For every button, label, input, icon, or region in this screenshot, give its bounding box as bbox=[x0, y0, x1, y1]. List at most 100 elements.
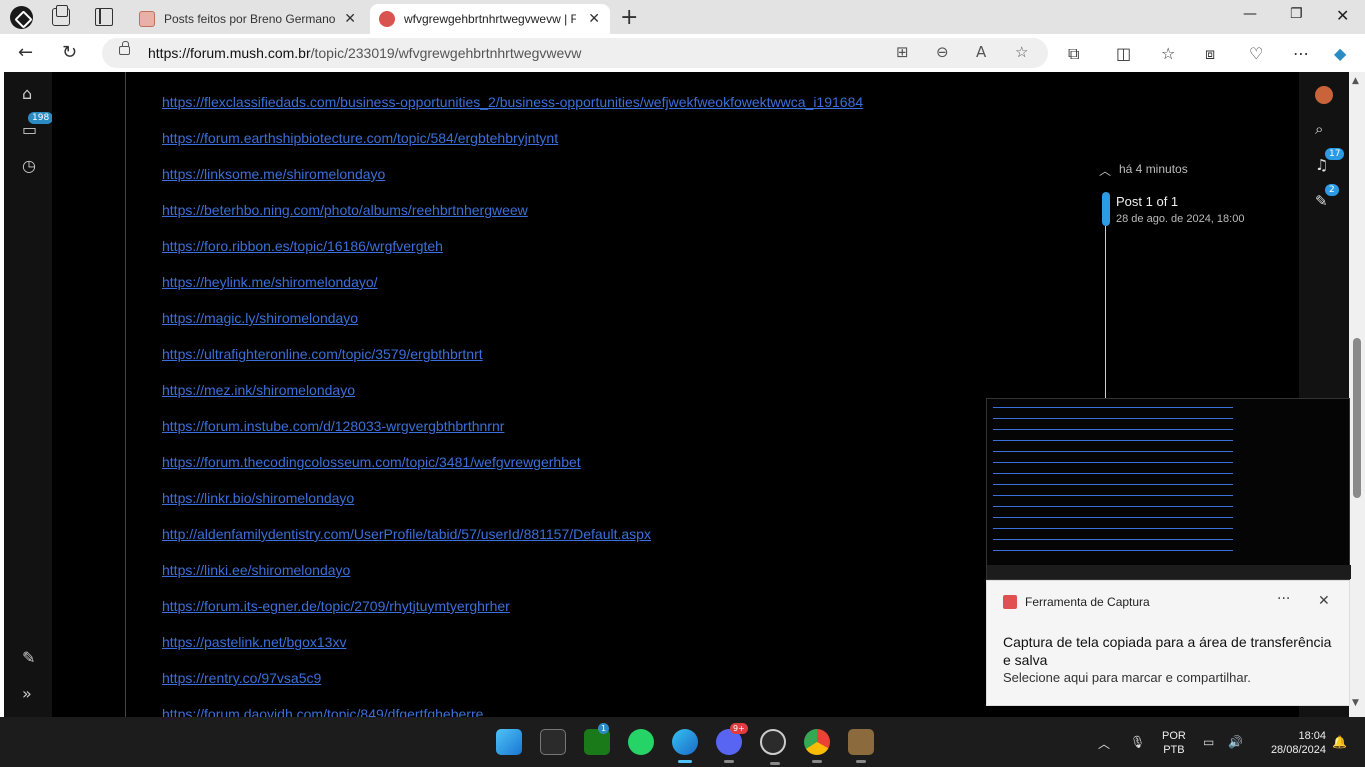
toast-app-name: Ferramenta de Captura bbox=[1025, 595, 1150, 609]
timeline-handle[interactable] bbox=[1102, 192, 1110, 226]
post-link[interactable]: https://beterhbo.ning.com/photo/albums/r… bbox=[162, 192, 863, 228]
toast-title: Captura de tela copiada para a área de t… bbox=[1003, 634, 1332, 668]
extensions-icon[interactable]: ⧉ bbox=[1068, 44, 1079, 64]
post-link[interactable]: https://pastelink.net/bgox13xv bbox=[162, 624, 863, 660]
post-link[interactable]: https://forum.earthshipbiotecture.com/to… bbox=[162, 120, 863, 156]
discord-icon[interactable]: 9+ bbox=[716, 723, 748, 763]
snipping-tool-app-icon[interactable] bbox=[540, 729, 566, 755]
tab-title: Posts feitos por Breno Germano | bbox=[164, 12, 336, 26]
discord-badge: 9+ bbox=[730, 723, 748, 734]
close-window-button[interactable]: ✕ bbox=[1336, 6, 1349, 25]
home-icon[interactable]: ⌂ bbox=[22, 84, 40, 103]
post-link[interactable]: https://forum.instube.com/d/128033-wrgve… bbox=[162, 408, 863, 444]
clock[interactable]: 18:04 28/08/2024 bbox=[1258, 729, 1326, 757]
tab-favicon-icon bbox=[139, 11, 155, 27]
post-link[interactable]: https://linkr.bio/shiromelondayo bbox=[162, 480, 863, 516]
post-link[interactable]: https://forum.daovidh.com/topic/849/dfge… bbox=[162, 696, 863, 717]
drafts-icon[interactable]: ✎ bbox=[1315, 192, 1328, 210]
timeline-ago[interactable]: há 4 minutos bbox=[1119, 162, 1188, 176]
tab-close-icon[interactable]: ✕ bbox=[344, 10, 356, 27]
recent-icon[interactable]: ◷ bbox=[22, 156, 40, 175]
unread-badge: 198 bbox=[28, 112, 54, 124]
app-available-icon[interactable]: ⊞ bbox=[896, 43, 909, 61]
tab-strip: Posts feitos por Breno Germano | ✕ wfvgr… bbox=[0, 0, 1365, 34]
timeline-track[interactable] bbox=[1105, 226, 1106, 402]
scroll-up-icon[interactable]: ▲ bbox=[1352, 76, 1359, 86]
post-link[interactable]: https://rentry.co/97vsa5c9 bbox=[162, 660, 863, 696]
new-tab-button[interactable]: + bbox=[620, 5, 638, 30]
more-options-icon[interactable]: ··· bbox=[1277, 591, 1290, 607]
tab-title: wfvgrewgehbrtnhrtwegvwevw | Fo bbox=[404, 12, 576, 26]
volume-icon[interactable]: 🔊 bbox=[1228, 735, 1243, 749]
post-link[interactable]: https://linki.ee/shiromelondayo bbox=[162, 552, 863, 588]
microphone-icon[interactable]: 🎙 bbox=[1130, 735, 1145, 749]
favorites-icon[interactable]: ☆ bbox=[1161, 44, 1175, 63]
tab-active-topic[interactable]: wfvgrewgehbrtnhrtwegvwevw | Fo ✕ bbox=[370, 4, 610, 34]
drafts-badge: 2 bbox=[1325, 184, 1339, 196]
start-icon[interactable] bbox=[496, 729, 522, 755]
brush-icon[interactable]: ✎ bbox=[22, 648, 40, 667]
minecraft-icon[interactable] bbox=[848, 729, 874, 763]
post-link[interactable]: https://flexclassifiedads.com/business-o… bbox=[162, 84, 863, 120]
notification-toast[interactable]: Ferramenta de Captura ··· ✕ Captura de t… bbox=[986, 580, 1350, 706]
post-link[interactable]: https://forum.thecodingcolosseum.com/top… bbox=[162, 444, 863, 480]
whatsapp-icon[interactable] bbox=[628, 729, 654, 755]
post-link[interactable]: https://mez.ink/shiromelondayo bbox=[162, 372, 863, 408]
post-link[interactable]: https://forum.its-egner.de/topic/2709/rh… bbox=[162, 588, 863, 624]
post-link[interactable]: http://aldenfamilydentistry.com/UserProf… bbox=[162, 516, 863, 552]
url-text[interactable]: https://forum.mush.com.br/topic/233019/w… bbox=[148, 45, 581, 61]
close-icon[interactable]: ✕ bbox=[1318, 593, 1330, 609]
xbox-icon[interactable]: 1 bbox=[584, 723, 610, 755]
capture-preview-content bbox=[993, 407, 1233, 561]
copilot-icon[interactable]: ◆ bbox=[1334, 44, 1346, 63]
post-link[interactable]: https://linksome.me/shiromelondayo bbox=[162, 156, 863, 192]
search-icon[interactable]: ⌕ bbox=[1315, 120, 1323, 138]
vertical-tabs-icon[interactable] bbox=[95, 8, 113, 26]
snipping-tool-icon bbox=[1003, 595, 1017, 609]
profile-icon[interactable] bbox=[10, 6, 33, 29]
network-icon[interactable]: ▭ bbox=[1203, 735, 1214, 749]
scroll-down-icon[interactable]: ▼ bbox=[1352, 698, 1359, 708]
post-link[interactable]: https://foro.ribbon.es/topic/16186/wrgfv… bbox=[162, 228, 863, 264]
collections-icon[interactable]: ⧈ bbox=[1205, 44, 1215, 64]
timeline-date: 28 de ago. de 2024, 18:00 bbox=[1116, 213, 1245, 225]
notification-bell-icon[interactable]: 🔔 bbox=[1332, 735, 1347, 749]
favorite-star-icon[interactable]: ☆ bbox=[1015, 43, 1028, 61]
browser-essentials-icon[interactable]: ♡ bbox=[1249, 44, 1263, 63]
tab-close-icon[interactable]: ✕ bbox=[588, 10, 600, 27]
post-divider bbox=[125, 72, 126, 717]
reload-button[interactable]: ↻ bbox=[62, 42, 77, 63]
tab-favicon-icon bbox=[379, 11, 395, 27]
split-screen-icon[interactable]: ◫ bbox=[1116, 44, 1131, 63]
avatar[interactable] bbox=[1315, 86, 1333, 104]
obs-icon[interactable] bbox=[760, 729, 786, 765]
chrome-icon[interactable] bbox=[804, 729, 830, 763]
input-language[interactable]: POR PTB bbox=[1162, 729, 1186, 757]
workspaces-icon[interactable] bbox=[52, 5, 70, 26]
toast-body: Selecione aqui para marcar e compartilha… bbox=[1003, 670, 1251, 685]
edge-icon[interactable] bbox=[672, 729, 698, 763]
address-bar[interactable]: https://forum.mush.com.br/topic/233019/w… bbox=[102, 38, 1048, 68]
notifications-badge: 17 bbox=[1325, 148, 1345, 160]
windows-taskbar: 1 9+ ︿ 🎙 POR PTB ▭ 🔊 18:04 28/08/2024 🔔 bbox=[0, 717, 1365, 767]
tray-chevron-icon[interactable]: ︿ bbox=[1098, 735, 1110, 752]
read-aloud-icon[interactable]: A bbox=[976, 43, 986, 61]
post-link[interactable]: https://heylink.me/shiromelondayo/ bbox=[162, 264, 863, 300]
post-link[interactable]: https://magic.ly/shiromelondayo bbox=[162, 300, 863, 336]
page-scrollbar[interactable]: ▲ ▼ bbox=[1349, 72, 1365, 717]
timeline-count: Post 1 of 1 bbox=[1116, 194, 1179, 209]
minimize-button[interactable]: — bbox=[1243, 6, 1257, 22]
scrollbar-thumb[interactable] bbox=[1353, 338, 1361, 498]
chevron-up-icon[interactable]: ︿ bbox=[1099, 162, 1111, 179]
back-button[interactable]: ← bbox=[18, 42, 33, 63]
lock-icon[interactable] bbox=[119, 41, 130, 55]
forum-left-sidebar: ⌂ ▭ 198 ◷ ✎ » bbox=[0, 72, 54, 717]
expand-sidebar-icon[interactable]: » bbox=[22, 684, 40, 703]
capture-preview-taskbar bbox=[987, 565, 1351, 579]
capture-preview[interactable] bbox=[986, 398, 1351, 580]
settings-more-icon[interactable]: ⋯ bbox=[1293, 44, 1309, 63]
post-link[interactable]: https://ultrafighteronline.com/topic/357… bbox=[162, 336, 863, 372]
tab-posts-breno[interactable]: Posts feitos por Breno Germano | ✕ bbox=[130, 4, 366, 34]
restore-button[interactable]: ❐ bbox=[1290, 6, 1303, 22]
zoom-icon[interactable]: ⊖ bbox=[936, 43, 949, 61]
